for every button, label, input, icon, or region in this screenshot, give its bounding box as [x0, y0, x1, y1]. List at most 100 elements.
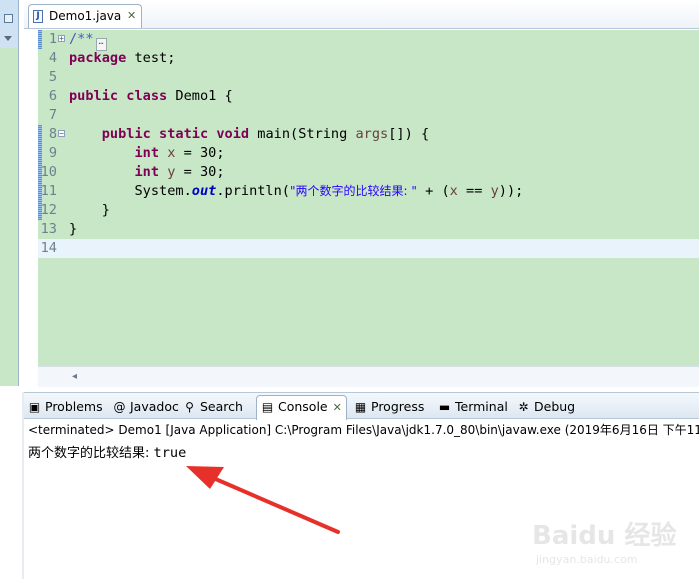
- code-text: public class Demo1 {: [69, 87, 233, 106]
- code-line[interactable]: 9 int x = 30;: [38, 144, 699, 163]
- code-line[interactable]: 12 }: [38, 201, 699, 220]
- code-token: ));: [498, 183, 524, 199]
- code-token: }: [69, 221, 78, 237]
- code-token: = 30;: [175, 164, 225, 180]
- line-number: 4: [48, 50, 57, 66]
- code-token: static: [159, 126, 209, 142]
- scroll-left-icon[interactable]: ◂: [72, 371, 77, 382]
- code-text: }: [69, 201, 110, 220]
- code-token: x: [449, 183, 458, 199]
- console-status: <terminated> Demo1 [Java Application] C:…: [28, 423, 699, 437]
- bottom-view-tab-bar: ▣ Problems @ Javadoc ⚲ Search ▤ Console ✕ ▦ Progre…: [24, 392, 699, 420]
- tab-search[interactable]: ⚲ Search: [183, 396, 243, 418]
- left-panel-strip: [0, 0, 19, 386]
- code-token: main(String: [249, 126, 356, 142]
- code-token: args: [355, 126, 389, 142]
- collapse-fold-icon[interactable]: −: [58, 130, 65, 138]
- line-number: 6: [48, 88, 57, 104]
- code-token: Demo1 {: [167, 88, 233, 104]
- code-line[interactable]: 7: [38, 106, 699, 125]
- baidu-watermark-logo: Baidu 经验: [532, 521, 677, 551]
- line-number: 10: [40, 164, 57, 180]
- left-panel-body: [0, 48, 18, 386]
- line-number: 14: [40, 240, 57, 256]
- editor-tab-label: Demo1.java: [49, 9, 122, 23]
- code-line[interactable]: 4 package test;: [38, 49, 699, 68]
- console-output[interactable]: 两个数字的比较结果: true: [28, 442, 186, 461]
- code-token: out: [191, 183, 217, 199]
- tab-label: Terminal: [455, 399, 508, 414]
- line-number: 13: [40, 221, 57, 237]
- line-number: 5: [48, 69, 57, 85]
- code-text: /**…: [69, 30, 107, 51]
- tab-label: Debug: [534, 399, 576, 414]
- code-token: = 30;: [175, 145, 225, 161]
- view-menu-icon[interactable]: [4, 36, 12, 41]
- code-line[interactable]: 6 public class Demo1 {: [38, 87, 699, 106]
- line-number: 12: [40, 202, 57, 218]
- baidu-watermark-site: jingyan.baidu.com: [536, 553, 638, 566]
- code-line[interactable]: 10 int y = 30;: [38, 163, 699, 182]
- code-text: package test;: [69, 49, 175, 68]
- code-line[interactable]: 11 System.out.println("两个数字的比较结果: " + (x…: [38, 182, 699, 201]
- line-number: 8: [48, 126, 57, 142]
- code-token: ==: [457, 183, 491, 199]
- code-token: }: [69, 202, 110, 218]
- code-text: int x = 30;: [69, 144, 225, 163]
- editor-tab-bar: J Demo1.java ✕: [24, 0, 699, 29]
- code-line[interactable]: 13}: [38, 220, 699, 239]
- console-output-value: true: [153, 445, 187, 461]
- code-line[interactable]: 5: [38, 68, 699, 87]
- tab-console[interactable]: ▤ Console ✕: [256, 395, 347, 420]
- code-text: }: [69, 220, 77, 239]
- java-file-icon: J: [33, 10, 43, 23]
- code-line[interactable]: 14: [38, 239, 699, 258]
- tab-problems[interactable]: ▣ Problems: [28, 396, 103, 418]
- code-line[interactable]: 8− public static void main(String args[]…: [38, 125, 699, 144]
- code-token: y: [490, 183, 499, 199]
- line-number: 11: [40, 183, 57, 199]
- tab-debug[interactable]: ✲ Debug: [517, 396, 575, 418]
- code-text: public static void main(String args[]) {: [69, 125, 429, 144]
- line-number: 9: [48, 145, 57, 161]
- code-token: test;: [126, 50, 176, 66]
- code-token: public: [69, 88, 119, 104]
- editor-tab-demo1[interactable]: J Demo1.java ✕: [28, 4, 142, 28]
- close-icon[interactable]: ✕: [333, 401, 342, 414]
- code-editor[interactable]: 1 + /**… 4 package test; 5 6 public class Demo1…: [38, 30, 699, 366]
- editor-view: J Demo1.java ✕ 1 + /**… 4 package test; 5 6 pub…: [24, 0, 699, 387]
- tab-label: Javadoc: [130, 399, 179, 414]
- expand-fold-icon[interactable]: +: [58, 35, 65, 43]
- code-token: + (: [416, 183, 450, 199]
- line-number: 7: [48, 107, 57, 123]
- horizontal-scrollbar[interactable]: ◂: [38, 366, 699, 387]
- code-text: System.out.println("两个数字的比较结果: " + (x ==…: [69, 182, 523, 201]
- javadoc-icon: @: [113, 400, 126, 414]
- code-token: int: [134, 145, 160, 161]
- line-number: 1: [48, 31, 57, 47]
- code-text: int y = 30;: [69, 163, 225, 182]
- code-token: []) {: [388, 126, 430, 142]
- search-icon: ⚲: [185, 400, 194, 414]
- terminal-icon: ▬: [438, 400, 451, 414]
- tab-label: Console: [278, 399, 328, 414]
- console-output-label: 两个数字的比较结果:: [28, 446, 154, 461]
- restore-panel-icon[interactable]: [4, 14, 13, 23]
- close-icon[interactable]: ✕: [127, 9, 136, 22]
- tab-label: Problems: [45, 399, 103, 414]
- problems-icon: ▣: [28, 400, 41, 414]
- code-line[interactable]: 1 + /**…: [38, 30, 699, 51]
- tab-javadoc[interactable]: @ Javadoc: [113, 396, 179, 418]
- progress-icon: ▦: [354, 400, 367, 414]
- tab-terminal[interactable]: ▬ Terminal: [438, 396, 508, 418]
- tab-progress[interactable]: ▦ Progress: [354, 396, 425, 418]
- tab-label: Progress: [371, 399, 425, 414]
- console-icon: ▤: [261, 400, 274, 414]
- code-token: void: [216, 126, 250, 142]
